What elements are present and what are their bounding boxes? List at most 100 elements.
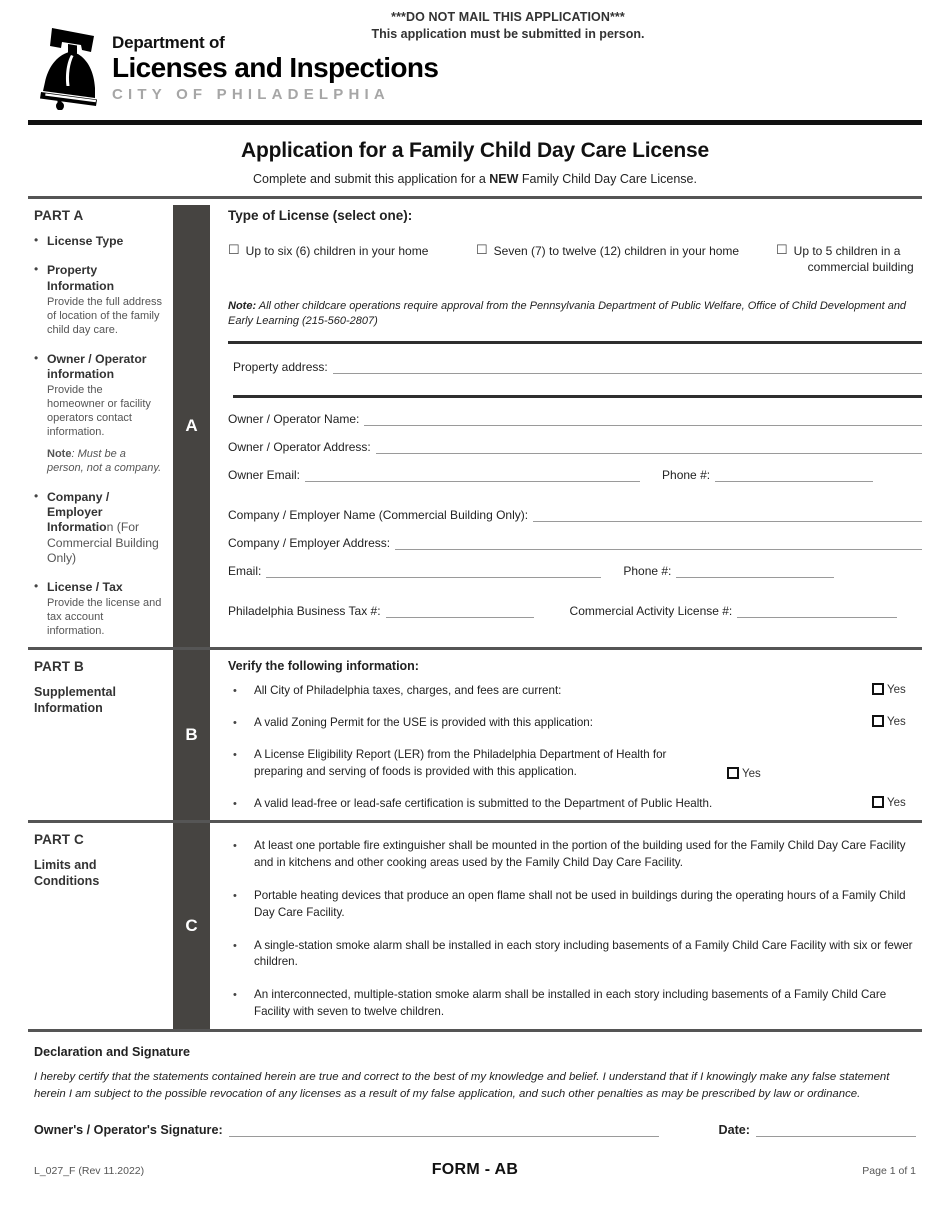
- page-header: ***DO NOT MAIL THIS APPLICATION*** This …: [28, 0, 922, 120]
- field-company-name[interactable]: Company / Employer Name (Commercial Buil…: [228, 508, 922, 523]
- checkbox-label: Yes: [887, 684, 906, 697]
- field-label: Commercial Activity License #:: [569, 604, 733, 619]
- verify-item: • A valid Zoning Permit for the USE is p…: [228, 715, 922, 732]
- license-option-label: Up to 5 children in a commercial building: [794, 243, 914, 275]
- part-a-tab: A: [173, 205, 210, 648]
- sidebar-item-owner-operator-information: Owner / Operator information Provide the…: [34, 351, 163, 476]
- date-input[interactable]: [756, 1123, 916, 1137]
- verify-item-text: All City of Philadelphia taxes, charges,…: [254, 684, 562, 698]
- part-b-tab-letter: B: [185, 725, 198, 745]
- form-page: ***DO NOT MAIL THIS APPLICATION*** This …: [0, 0, 950, 1230]
- part-c-section: PART C Limits and Conditions C • At leas…: [28, 823, 922, 1029]
- checkbox-label: Yes: [887, 796, 906, 809]
- page-number: Page 1 of 1: [862, 1164, 916, 1177]
- part-b-subtitle: Supplemental Information: [34, 685, 116, 716]
- checkbox-label: Yes: [742, 768, 761, 781]
- verify-title: Verify the following information:: [228, 659, 419, 674]
- page-title: Application for a Family Child Day Care …: [241, 139, 709, 162]
- field-company-email-phone[interactable]: Email: Phone #:: [228, 564, 922, 579]
- bullet-icon: •: [233, 939, 237, 952]
- condition-item-text: An interconnected, multiple-station smok…: [254, 988, 887, 1018]
- subtitle-after: Family Child Day Care License.: [518, 172, 697, 186]
- license-option-up-to-six[interactable]: ☐ Up to six (6) children in your home: [228, 243, 476, 275]
- license-type-options: ☐ Up to six (6) children in your home ☐ …: [228, 243, 922, 275]
- verify-item-text: A License Eligibility Report (LER) from …: [254, 747, 667, 778]
- checkbox-label: Yes: [887, 716, 906, 729]
- field-label: Company / Employer Address:: [228, 536, 391, 551]
- part-a-note-text: All other childcare operations require a…: [228, 300, 907, 328]
- field-company-address[interactable]: Company / Employer Address:: [228, 536, 922, 551]
- activity-license-input[interactable]: [737, 605, 898, 619]
- verify-checkbox-group[interactable]: Yes: [844, 795, 922, 810]
- part-b-section: PART B Supplemental Information B Verify…: [28, 650, 922, 821]
- bullet-icon: •: [233, 717, 237, 730]
- subtitle-before: Complete and submit this application for…: [253, 172, 490, 186]
- license-option-commercial-building[interactable]: ☐ Up to 5 children in a commercial buildi…: [776, 243, 914, 275]
- business-tax-input[interactable]: [385, 605, 534, 619]
- sidebar-item-company-employer-information: Company / Employer Information (For Comm…: [34, 489, 163, 566]
- condition-item: • A single-station smoke alarm shall be …: [228, 938, 922, 972]
- agency-name: Licenses and Inspections: [112, 51, 439, 83]
- verify-checkbox-group[interactable]: Yes: [844, 683, 922, 697]
- part-c-tab: C: [173, 823, 210, 1029]
- checkbox-icon[interactable]: [872, 795, 884, 808]
- checkbox-icon[interactable]: ☐: [228, 243, 240, 256]
- sidebar-note: Note: Must be a person, not a company.: [47, 448, 163, 476]
- field-label: Owner / Operator Name:: [228, 412, 360, 427]
- sidebar-desc: Provide the full address of location of …: [47, 295, 162, 336]
- owner-address-input[interactable]: [375, 441, 922, 455]
- sidebar-head: Owner / Operator information: [47, 351, 147, 381]
- verify-item-text: A valid lead-free or lead-safe certifica…: [254, 796, 713, 810]
- field-property-address[interactable]: Property address:: [233, 360, 922, 375]
- part-a-section: PART A License Type Property Information…: [28, 199, 922, 648]
- field-label: Owner / Operator Address:: [228, 440, 371, 455]
- verify-list: • All City of Philadelphia taxes, charge…: [228, 683, 922, 812]
- sidebar-head: Property Information: [47, 263, 115, 293]
- checkbox-icon[interactable]: ☐: [776, 243, 788, 256]
- declaration-section: Declaration and Signature I hereby certi…: [28, 1032, 922, 1137]
- license-option-seven-to-twelve[interactable]: ☐ Seven (7) to twelve (12) children in y…: [476, 243, 776, 275]
- field-tax-license[interactable]: Philadelphia Business Tax #: Commercial …: [228, 604, 922, 619]
- part-b-label: PART B: [34, 659, 84, 675]
- owner-name-input[interactable]: [364, 413, 922, 427]
- field-owner-email-phone[interactable]: Owner Email: Phone #:: [228, 468, 922, 483]
- signature-input[interactable]: [228, 1123, 659, 1137]
- checkbox-icon[interactable]: [727, 767, 739, 780]
- sidebar-item-property-information: Property Information Provide the full ad…: [34, 262, 163, 337]
- license-option-label: Seven (7) to twelve (12) children in you…: [493, 244, 740, 258]
- company-address-input[interactable]: [395, 537, 922, 551]
- part-b-tab: B: [173, 650, 210, 821]
- sidebar-note-bold: Note: [47, 448, 72, 461]
- verify-item: • A License Eligibility Report (LER) fro…: [228, 747, 922, 781]
- checkbox-icon[interactable]: [872, 715, 884, 728]
- verify-checkbox-group[interactable]: Yes: [699, 767, 777, 781]
- page-subtitle: Complete and submit this application for…: [28, 172, 922, 186]
- bullet-icon: •: [233, 685, 237, 698]
- subtitle-bold: NEW: [489, 172, 519, 186]
- signature-row: Owner's / Operator's Signature: Date:: [34, 1123, 916, 1137]
- agency-brand: Department of Licenses and Inspections C…: [38, 24, 439, 110]
- checkbox-icon[interactable]: [872, 683, 884, 696]
- field-owner-name[interactable]: Owner / Operator Name:: [228, 412, 922, 427]
- owner-phone-input[interactable]: [715, 469, 874, 483]
- license-type-title: Type of License (select one):: [228, 208, 413, 223]
- part-a-note: Note: All other childcare operations req…: [228, 299, 922, 329]
- property-address-input[interactable]: [332, 361, 922, 375]
- field-owner-address[interactable]: Owner / Operator Address:: [228, 440, 922, 455]
- part-b-body: Verify the following information: • All …: [210, 650, 922, 820]
- company-email-input[interactable]: [266, 565, 602, 579]
- field-label: Phone #:: [662, 468, 711, 483]
- checkbox-icon[interactable]: ☐: [476, 243, 488, 256]
- owner-email-input[interactable]: [305, 469, 641, 483]
- field-label: Property address:: [233, 360, 328, 375]
- condition-item-text: A single-station smoke alarm shall be in…: [254, 938, 913, 969]
- signature-label: Owner's / Operator's Signature:: [34, 1122, 223, 1137]
- part-a-sidebar: PART A License Type Property Information…: [28, 199, 173, 647]
- city-label: CITY OF PHILADELPHIA: [112, 86, 390, 104]
- verify-checkbox-group[interactable]: Yes: [844, 715, 922, 729]
- company-phone-input[interactable]: [676, 565, 835, 579]
- bullet-icon: •: [233, 748, 237, 761]
- company-name-input[interactable]: [533, 509, 922, 523]
- sidebar-head-bold: Company / Employer Informatio: [47, 489, 110, 535]
- license-option-label-line2: commercial building: [807, 260, 914, 275]
